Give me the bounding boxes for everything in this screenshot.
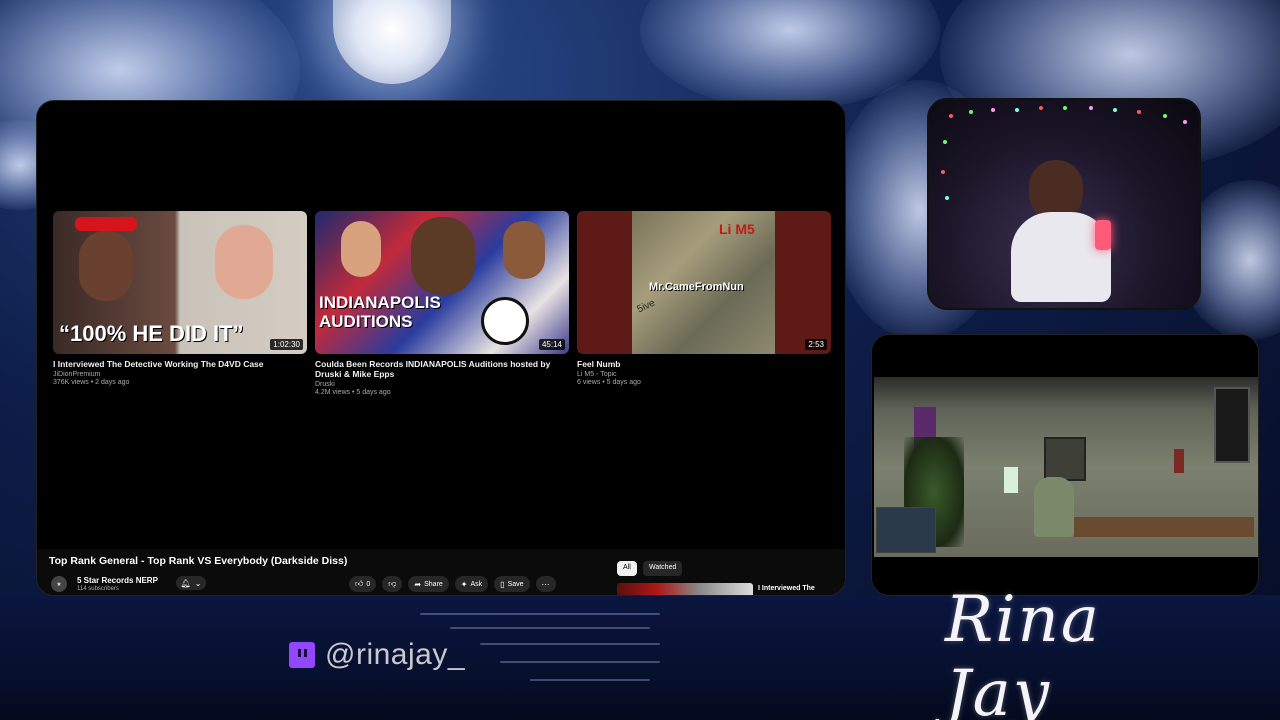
video-title[interactable]: Coulda Been Records INDIANAPOLIS Auditio… <box>315 359 569 379</box>
video-card[interactable]: “100% HE DID IT” 1:02:30 I Interviewed T… <box>53 211 307 386</box>
video-card[interactable]: Li M5 Mr.CameFromNun 5ive 2:53 Feel Numb… <box>577 211 831 386</box>
streamer-signature: Rina Jay <box>945 583 1102 720</box>
chip-watched[interactable]: Watched <box>643 561 683 576</box>
video-duration: 1:02:30 <box>270 339 303 350</box>
save-label: Save <box>507 580 524 588</box>
dislike-button[interactable]: 👎︎ <box>382 576 403 592</box>
video-title[interactable]: Feel Numb <box>577 359 831 369</box>
video-duration: 45:14 <box>538 339 565 350</box>
browser-window: “100% HE DID IT” 1:02:30 I Interviewed T… <box>36 100 846 596</box>
ask-button[interactable]: ✦ Ask <box>454 576 489 592</box>
video-thumbnail[interactable]: “100% HE DID IT” 1:02:30 <box>53 211 307 354</box>
action-buttons: 👍︎ 0 👎︎ ➦ Share ✦ Ask ▯ Save ⋯ <box>349 576 556 592</box>
twitch-handle: @rinajay_ <box>289 638 465 672</box>
video-meta: 4.2M views • 5 days ago <box>315 389 391 396</box>
like-count: 0 <box>366 580 371 588</box>
channel-name[interactable]: JiDionPremium <box>53 371 307 378</box>
more-icon: ⋯ <box>541 579 550 589</box>
game-view <box>874 377 1258 557</box>
now-playing-title: Top Rank General - Top Rank VS Everybody… <box>49 555 348 567</box>
moon-image <box>333 0 451 84</box>
now-playing-bar: Top Rank General - Top Rank VS Everybody… <box>37 549 845 595</box>
video-thumbnail[interactable]: Li M5 Mr.CameFromNun 5ive 2:53 <box>577 211 831 354</box>
more-button[interactable]: ⋯ <box>535 576 556 592</box>
share-button[interactable]: ➦ Share <box>408 576 449 592</box>
share-icon: ➦ <box>414 579 422 589</box>
thumbs-up-icon: 👍︎ <box>355 579 364 588</box>
thumbs-down-icon: 👎︎ <box>388 579 397 588</box>
save-button[interactable]: ▯ Save <box>494 576 530 592</box>
like-button[interactable]: 👍︎ 0 <box>349 576 377 592</box>
twitch-username: @rinajay_ <box>325 638 466 671</box>
video-meta: 6 views • 5 days ago <box>577 379 641 386</box>
ask-label: Ask <box>470 580 483 588</box>
video-grid: “100% HE DID IT” 1:02:30 I Interviewed T… <box>53 211 833 411</box>
thumbnail-text: Mr.CameFromNun <box>649 281 744 293</box>
chip-all[interactable]: All <box>617 561 637 576</box>
channel-row: ★ 5 Star Records NERP 114 subscribers 🔔︎… <box>49 574 609 594</box>
video-meta: 376K views • 2 days ago <box>53 379 130 386</box>
twitch-icon <box>289 642 315 668</box>
up-next-title[interactable]: I Interviewed The <box>758 585 815 592</box>
game-window <box>871 334 1259 596</box>
thumbnail-text: INDIANAPOLIS AUDITIONS <box>319 293 441 331</box>
bell-icon: 🔔︎ <box>180 578 191 588</box>
thumbnail-text: Li M5 <box>719 221 755 237</box>
channel-name[interactable]: Li M5 - Topic <box>577 371 831 378</box>
channel-avatar[interactable]: ★ <box>51 576 67 592</box>
chevron-down-icon: ⌄ <box>194 578 202 588</box>
channel-name[interactable]: 5 Star Records NERP <box>77 576 158 585</box>
video-card[interactable]: INDIANAPOLIS AUDITIONS 45:14 Coulda Been… <box>315 211 569 396</box>
webcam-frame <box>927 98 1201 310</box>
share-label: Share <box>424 580 443 588</box>
video-thumbnail[interactable]: INDIANAPOLIS AUDITIONS 45:14 <box>315 211 569 354</box>
subscriber-count: 114 subscribers <box>77 586 119 592</box>
thumbnail-text: “100% HE DID IT” <box>59 321 244 346</box>
channel-name[interactable]: Druski <box>315 381 569 388</box>
bookmark-icon: ▯ <box>500 579 505 589</box>
up-next-thumbnail[interactable] <box>617 583 753 595</box>
sparkle-icon: ✦ <box>460 579 468 589</box>
video-title[interactable]: I Interviewed The Detective Working The … <box>53 359 307 369</box>
notification-bell-button[interactable]: 🔔︎ ⌄ <box>176 576 206 590</box>
video-duration: 2:53 <box>805 339 827 350</box>
